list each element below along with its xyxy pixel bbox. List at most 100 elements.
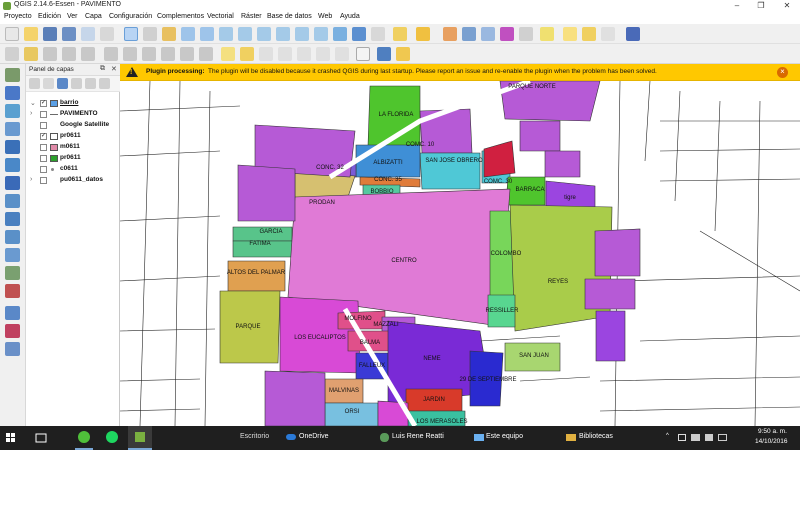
zoom-selection-icon[interactable]: [257, 27, 271, 41]
new-shapefile-icon[interactable]: [5, 284, 20, 298]
menu-edicion[interactable]: Edición: [38, 13, 61, 20]
touch-zoom-icon[interactable]: [162, 27, 176, 41]
new-bookmark-icon[interactable]: [563, 27, 577, 41]
add-vector-layer-icon[interactable]: [5, 68, 20, 82]
map-canvas[interactable]: PARQUE NORTE LA FLORIDA COMC. 10 SAN JOSE O…: [120, 81, 800, 426]
expand-all-icon[interactable]: [85, 78, 96, 89]
layer-row[interactable]: Google Satellite: [26, 121, 120, 131]
toggle-editing-pencil-icon[interactable]: [24, 47, 38, 61]
menu-base-de-datos[interactable]: Base de datos: [267, 13, 312, 20]
layer-row[interactable]: ⌄ ✓ barrio: [26, 99, 120, 109]
menu-complementos[interactable]: Complementos: [157, 13, 204, 20]
add-group-icon[interactable]: [43, 78, 54, 89]
dismiss-warning-button[interactable]: ×: [777, 67, 788, 78]
desktop-toolbar[interactable]: Escritorio: [232, 426, 282, 450]
add-db2-layer-icon[interactable]: [5, 176, 20, 190]
menu-web[interactable]: Web: [318, 13, 332, 20]
paste-icon[interactable]: [199, 47, 213, 61]
qgis-taskbar-icon[interactable]: [128, 426, 152, 450]
onedrive-item[interactable]: OneDrive: [282, 426, 362, 450]
folder-plugin-icon[interactable]: [396, 47, 410, 61]
select-by-value-icon[interactable]: [416, 27, 430, 41]
label-change-icon[interactable]: [335, 47, 349, 61]
battery-icon[interactable]: [678, 434, 686, 441]
volume-icon[interactable]: [705, 434, 713, 441]
cut-icon[interactable]: [161, 47, 175, 61]
libraries-item[interactable]: Bibliotecas: [562, 426, 642, 450]
zoom-layer-icon[interactable]: [276, 27, 290, 41]
new-project-icon[interactable]: [5, 27, 19, 41]
label-pin-icon[interactable]: [259, 47, 273, 61]
layer-visibility-checkbox[interactable]: [40, 155, 47, 162]
current-edits-icon[interactable]: [5, 47, 19, 61]
start-windows-icon[interactable]: [0, 426, 22, 450]
save-project-icon[interactable]: [43, 27, 57, 41]
identify-icon[interactable]: [352, 27, 366, 41]
float-panel-icon[interactable]: ⧉: [100, 65, 105, 73]
task-view-icon[interactable]: [30, 426, 52, 450]
layer-visibility-checkbox[interactable]: [40, 111, 47, 118]
help-icon[interactable]: [626, 27, 640, 41]
add-mssql-layer-icon[interactable]: [5, 140, 20, 154]
node-tool-icon[interactable]: [104, 47, 118, 61]
add-virtual-layer-icon[interactable]: [5, 266, 20, 280]
composer-manager-icon[interactable]: [100, 27, 114, 41]
maximize-button[interactable]: ❐: [749, 0, 773, 12]
python-console-icon[interactable]: [377, 47, 391, 61]
add-wfs-layer-icon[interactable]: [5, 230, 20, 244]
save-edits-icon[interactable]: [43, 47, 57, 61]
new-spatialite-icon[interactable]: [5, 306, 20, 320]
expand-arrow-icon[interactable]: ⌄: [30, 99, 36, 107]
layer-visibility-checkbox[interactable]: [40, 166, 47, 173]
add-raster-layer-icon[interactable]: [5, 86, 20, 100]
close-button[interactable]: ✕: [775, 0, 799, 12]
map-tips-icon[interactable]: [540, 27, 554, 41]
layer-row[interactable]: c0611: [26, 165, 120, 175]
filter-expression-icon[interactable]: [71, 78, 82, 89]
measure-icon[interactable]: [519, 27, 533, 41]
field-calculator-icon[interactable]: [462, 27, 476, 41]
pan-selection-icon[interactable]: [143, 27, 157, 41]
label-show-hide-icon[interactable]: [278, 47, 292, 61]
filter-legend-icon[interactable]: [57, 78, 68, 89]
save-as-icon[interactable]: [62, 27, 76, 41]
open-project-icon[interactable]: [24, 27, 38, 41]
layer-visibility-checkbox[interactable]: [40, 144, 47, 151]
deselect-icon[interactable]: [443, 27, 457, 41]
attribute-table-icon[interactable]: [481, 27, 495, 41]
move-feature-icon[interactable]: [81, 47, 95, 61]
zoom-full-icon[interactable]: [238, 27, 252, 41]
show-bookmarks-icon[interactable]: [582, 27, 596, 41]
zoom-in-icon[interactable]: [181, 27, 195, 41]
close-panel-icon[interactable]: ✕: [111, 65, 117, 73]
add-feature-icon[interactable]: [62, 47, 76, 61]
tray-chevron-icon[interactable]: ^: [666, 433, 669, 439]
layer-row[interactable]: pr0611: [26, 154, 120, 164]
statistics-sigma-icon[interactable]: [500, 27, 514, 41]
add-wms-layer-icon[interactable]: [5, 194, 20, 208]
keyboard-icon[interactable]: [718, 434, 727, 441]
menu-vectorial[interactable]: Vectorial: [207, 13, 234, 20]
settings-gear-icon[interactable]: [371, 27, 385, 41]
zoom-last-icon[interactable]: [295, 27, 309, 41]
style-manager-icon[interactable]: [29, 78, 40, 89]
zoom-next-icon[interactable]: [314, 27, 328, 41]
zoom-out-icon[interactable]: [200, 27, 214, 41]
menu-capa[interactable]: Capa: [85, 13, 102, 20]
csv-import-icon[interactable]: [356, 47, 370, 61]
new-memory-layer-icon[interactable]: [5, 342, 20, 356]
network-icon[interactable]: [691, 434, 700, 441]
label-move-icon[interactable]: [297, 47, 311, 61]
new-print-composer-icon[interactable]: [81, 27, 95, 41]
trash-icon[interactable]: [142, 47, 156, 61]
menu-proyecto[interactable]: Proyecto: [4, 13, 32, 20]
minimize-button[interactable]: –: [725, 0, 749, 12]
add-oracle-layer-icon[interactable]: [5, 158, 20, 172]
add-delimited-text-icon[interactable]: [5, 248, 20, 262]
torrent-app-icon[interactable]: [72, 426, 96, 450]
label-tool-icon[interactable]: [221, 47, 235, 61]
expand-arrow-icon[interactable]: ›: [30, 110, 32, 117]
menu-ayuda[interactable]: Ayuda: [340, 13, 360, 20]
this-pc-item[interactable]: Este equipo: [470, 426, 556, 450]
clock[interactable]: 9:50 a. m. 14/10/2016: [752, 426, 800, 450]
